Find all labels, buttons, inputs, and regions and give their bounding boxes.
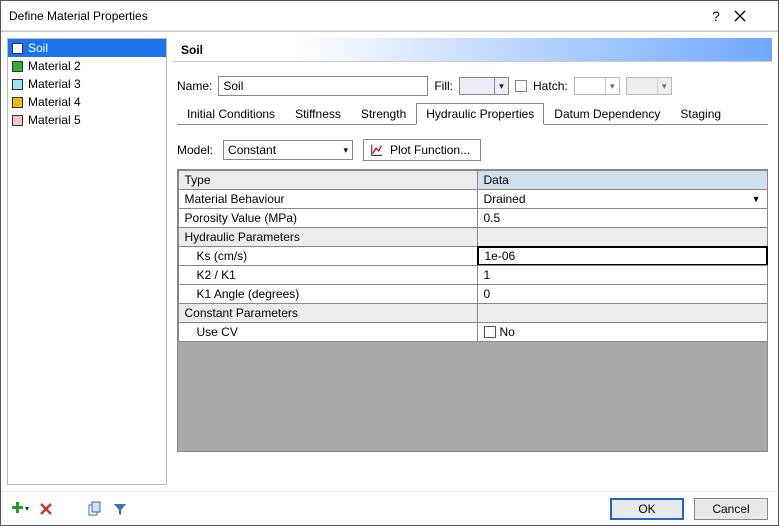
- ok-button[interactable]: OK: [610, 498, 684, 520]
- chevron-down-icon: ▾: [344, 145, 349, 156]
- tabs: Initial Conditions Stiffness Strength Hy…: [177, 102, 768, 125]
- material-header: Soil: [173, 38, 772, 62]
- section-blank: [477, 227, 768, 247]
- hatch-label: Hatch:: [533, 79, 568, 93]
- section-label: Hydraulic Parameters: [178, 227, 478, 247]
- row-value[interactable]: 0.5: [477, 208, 768, 228]
- model-label: Model:: [177, 143, 213, 157]
- content-area: Soil Material 2 Material 3 Material 4 Ma…: [1, 31, 778, 491]
- table-row: Material Behaviour Drained ▼: [178, 189, 767, 208]
- add-material-button[interactable]: [11, 501, 29, 517]
- material-swatch-icon: [12, 61, 23, 72]
- main-panel: Soil Name: Fill: ▾ Hatch: ▾ ▾ Initial Co…: [173, 38, 772, 485]
- hatch-color-combo[interactable]: ▾: [626, 77, 672, 95]
- material-swatch-icon: [12, 97, 23, 108]
- fill-label: Fill:: [434, 79, 453, 93]
- close-icon: [734, 10, 746, 22]
- name-row: Name: Fill: ▾ Hatch: ▾ ▾: [177, 76, 768, 96]
- material-item-label: Material 4: [28, 95, 81, 109]
- tab-stiffness[interactable]: Stiffness: [285, 103, 351, 125]
- material-item[interactable]: Material 2: [8, 57, 166, 75]
- material-item-label: Soil: [28, 41, 48, 55]
- copy-material-button[interactable]: [87, 501, 103, 517]
- material-item-label: Material 2: [28, 59, 81, 73]
- row-value[interactable]: 1: [477, 265, 768, 285]
- plot-function-label: Plot Function...: [390, 143, 470, 157]
- grid-empty-area: [177, 342, 768, 452]
- row-label[interactable]: Porosity Value (MPa): [178, 208, 478, 228]
- material-swatch-icon: [12, 79, 23, 90]
- model-select-value: Constant: [228, 143, 276, 157]
- cancel-button[interactable]: Cancel: [694, 498, 768, 520]
- fill-color-picker[interactable]: ▾: [459, 77, 509, 95]
- section-label: Constant Parameters: [178, 303, 478, 323]
- material-item-label: Material 5: [28, 113, 81, 127]
- tab-hydraulic-properties[interactable]: Hydraulic Properties: [416, 103, 544, 125]
- name-input[interactable]: [218, 76, 428, 96]
- filter-button[interactable]: [113, 502, 127, 516]
- material-item-label: Material 3: [28, 77, 81, 91]
- tab-strength[interactable]: Strength: [351, 103, 416, 125]
- material-swatch-icon: [12, 43, 23, 54]
- row-label[interactable]: Ks (cm/s): [178, 246, 478, 266]
- delete-icon: [39, 502, 53, 516]
- table-section: Hydraulic Parameters: [178, 227, 767, 246]
- row-value-dropdown[interactable]: Drained ▼: [477, 189, 768, 209]
- chevron-down-icon: ▾: [494, 78, 508, 94]
- material-list[interactable]: Soil Material 2 Material 3 Material 4 Ma…: [7, 38, 167, 485]
- material-item[interactable]: Material 3: [8, 75, 166, 93]
- titlebar: Define Material Properties ?: [1, 1, 778, 31]
- model-row: Model: Constant ▾ Plot Function...: [177, 139, 768, 161]
- table-row: Porosity Value (MPa) 0.5: [178, 208, 767, 227]
- chevron-down-icon: ▾: [605, 78, 619, 94]
- row-value[interactable]: 0: [477, 284, 768, 304]
- row-label[interactable]: Material Behaviour: [178, 189, 478, 209]
- checkbox-icon: [484, 326, 496, 338]
- window-title: Define Material Properties: [9, 9, 698, 23]
- hatch-checkbox[interactable]: [515, 80, 527, 92]
- material-item[interactable]: Material 4: [8, 93, 166, 111]
- table-row: K2 / K1 1: [178, 265, 767, 284]
- parameter-grid: Type Data Material Behaviour Drained ▼ P…: [177, 169, 768, 342]
- plus-icon: [11, 501, 29, 517]
- row-label[interactable]: K2 / K1: [178, 265, 478, 285]
- close-button[interactable]: [734, 10, 770, 22]
- name-label: Name:: [177, 79, 212, 93]
- grid-header-data[interactable]: Data: [477, 170, 768, 190]
- row-label[interactable]: Use CV: [178, 322, 478, 342]
- delete-material-button[interactable]: [39, 502, 53, 516]
- filter-icon: [113, 502, 127, 516]
- row-value-checkbox[interactable]: No: [477, 322, 768, 342]
- chevron-down-icon: ▾: [657, 78, 671, 94]
- tab-datum-dependency[interactable]: Datum Dependency: [544, 103, 670, 125]
- help-button[interactable]: ?: [698, 8, 734, 24]
- tab-initial-conditions[interactable]: Initial Conditions: [177, 103, 285, 125]
- section-blank: [477, 303, 768, 323]
- copy-icon: [87, 501, 103, 517]
- row-label[interactable]: K1 Angle (degrees): [178, 284, 478, 304]
- table-row: Use CV No: [178, 322, 767, 341]
- grid-header-type[interactable]: Type: [178, 170, 478, 190]
- model-select[interactable]: Constant ▾: [223, 140, 353, 160]
- bottom-toolbar: OK Cancel: [1, 491, 778, 525]
- tab-staging[interactable]: Staging: [670, 103, 731, 125]
- material-swatch-icon: [12, 115, 23, 126]
- table-row: K1 Angle (degrees) 0: [178, 284, 767, 303]
- hatch-pattern-combo[interactable]: ▾: [574, 77, 620, 95]
- table-section: Constant Parameters: [178, 303, 767, 322]
- material-item[interactable]: Material 5: [8, 111, 166, 129]
- table-row: Ks (cm/s) 1e-06: [178, 246, 767, 265]
- plot-function-button[interactable]: Plot Function...: [363, 139, 481, 161]
- plot-icon: [370, 143, 384, 157]
- row-value-active[interactable]: 1e-06: [477, 246, 768, 266]
- chevron-down-icon: ▼: [752, 194, 761, 204]
- material-item[interactable]: Soil: [8, 39, 166, 57]
